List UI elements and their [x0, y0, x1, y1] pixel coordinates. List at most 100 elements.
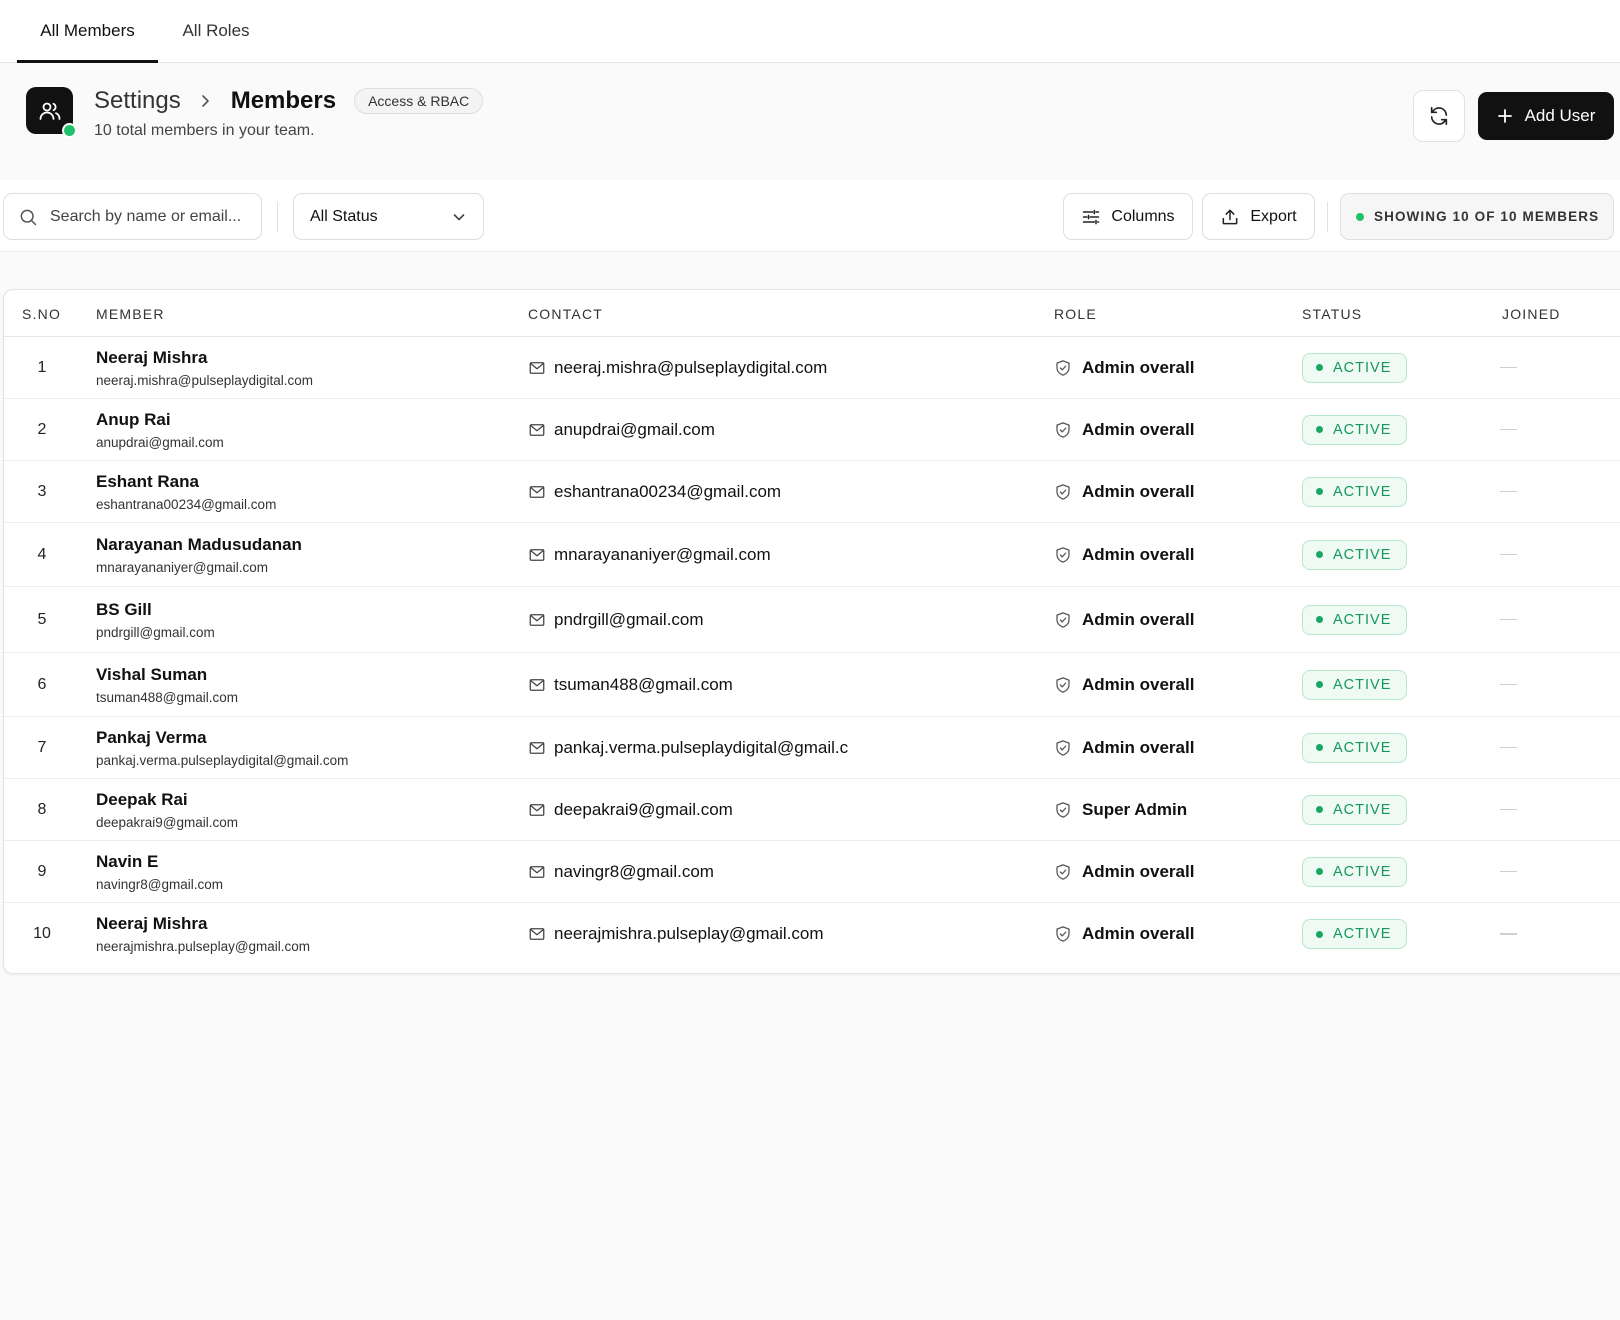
role-label: Admin overall	[1082, 674, 1195, 694]
status-text: ACTIVE	[1333, 739, 1392, 756]
contact-email[interactable]: eshantrana00234@gmail.com	[554, 482, 781, 502]
table-row[interactable]: 9 Navin E navingr8@gmail.com navingr8@gm…	[4, 841, 1620, 903]
contact-email[interactable]: anupdrai@gmail.com	[554, 420, 715, 440]
users-icon	[26, 87, 77, 138]
status-cell: ACTIVE	[1302, 717, 1408, 778]
member-name: Deepak Rai	[96, 789, 188, 809]
member-email: tsuman488@gmail.com	[96, 689, 239, 705]
upload-icon	[1222, 209, 1238, 224]
member-name: Eshant Rana	[96, 471, 199, 491]
status-text: ACTIVE	[1333, 676, 1392, 693]
empty-value-dash	[1500, 490, 1517, 493]
contact-email[interactable]: pndrgill@gmail.com	[554, 610, 704, 630]
role-label: Admin overall	[1082, 924, 1195, 943]
joined-cell	[1500, 653, 1517, 716]
status-badge: ACTIVE	[1302, 352, 1408, 383]
role-label: Admin overall	[1082, 357, 1195, 377]
member-cell: Narayanan Madusudanan mnarayananiyer@gma…	[96, 523, 302, 586]
status-badge: ACTIVE	[1302, 856, 1408, 887]
member-cell: Eshant Rana eshantrana00234@gmail.com	[96, 461, 276, 522]
member-name: Neeraj Mishra	[96, 914, 208, 933]
search-input[interactable]	[50, 207, 250, 226]
shield-check-icon	[1056, 863, 1070, 880]
row-sno: 5	[37, 610, 47, 628]
joined-cell	[1500, 717, 1517, 778]
mail-icon	[529, 423, 545, 436]
table-row[interactable]: 4 Narayanan Madusudanan mnarayananiyer@g…	[4, 523, 1620, 587]
table-row[interactable]: 2 Anup Rai anupdrai@gmail.com anupdrai@g…	[4, 399, 1620, 461]
column-header-status: STATUS	[1302, 305, 1363, 322]
member-cell: BS Gill pndrgill@gmail.com	[96, 587, 215, 652]
mail-icon	[529, 865, 545, 878]
role-label: Admin overall	[1082, 737, 1195, 757]
contact-email[interactable]: neeraj.mishra@pulseplaydigital.com	[554, 358, 827, 378]
table-row[interactable]: 1 Neeraj Mishra neeraj.mishra@pulseplayd…	[4, 337, 1620, 399]
shield-check-icon	[1056, 739, 1070, 756]
export-button[interactable]: Export	[1202, 193, 1315, 240]
table-row[interactable]: 8 Deepak Rai deepakrai9@gmail.com deepak…	[4, 779, 1620, 841]
table-row[interactable]: 7 Pankaj Verma pankaj.verma.pulseplaydig…	[4, 717, 1620, 779]
status-badge: ACTIVE	[1302, 476, 1408, 507]
role-cell: Admin overall	[1054, 461, 1194, 522]
status-filter-select[interactable]: All Status	[293, 193, 484, 240]
contact-email[interactable]: deepakrai9@gmail.com	[554, 800, 733, 820]
status-text: ACTIVE	[1333, 611, 1392, 628]
empty-value-dash	[1500, 808, 1517, 811]
table-row[interactable]: 10 Neeraj Mishra neerajmishra.pulseplay@…	[4, 903, 1620, 965]
empty-value-dash	[1500, 366, 1517, 369]
add-user-button[interactable]: Add User	[1478, 92, 1614, 140]
chevron-down-icon	[453, 213, 465, 220]
refresh-button[interactable]	[1413, 90, 1465, 142]
mail-icon	[529, 548, 545, 561]
member-email: pndrgill@gmail.com	[96, 624, 215, 640]
mail-icon	[529, 803, 545, 816]
breadcrumb-settings[interactable]: Settings	[94, 87, 181, 115]
contact-cell: eshantrana00234@gmail.com	[528, 461, 848, 522]
contact-cell: pndrgill@gmail.com	[528, 587, 848, 652]
member-cell: Deepak Rai deepakrai9@gmail.com	[96, 779, 238, 840]
member-email: eshantrana00234@gmail.com	[96, 496, 277, 512]
contact-email[interactable]: tsuman488@gmail.com	[554, 675, 733, 695]
row-sno: 7	[37, 738, 47, 756]
role-label: Admin overall	[1082, 861, 1195, 881]
table-row[interactable]: 5 BS Gill pndrgill@gmail.com pndrgill@gm…	[4, 587, 1620, 653]
plus-icon	[1497, 109, 1512, 123]
contact-email[interactable]: pankaj.verma.pulseplaydigital@gmail.com	[554, 738, 848, 758]
member-name: Navin E	[96, 851, 159, 871]
member-name: Pankaj Verma	[96, 727, 207, 747]
online-status-dot	[62, 123, 77, 138]
tab-all-members[interactable]: All Members	[17, 0, 158, 63]
member-email: neeraj.mishra@pulseplaydigital.com	[96, 372, 314, 388]
contact-email[interactable]: navingr8@gmail.com	[554, 862, 714, 882]
status-cell: ACTIVE	[1302, 461, 1408, 522]
member-cell: Navin E navingr8@gmail.com	[96, 841, 223, 902]
role-cell: Admin overall	[1054, 399, 1194, 460]
role-label: Admin overall	[1082, 609, 1195, 629]
tab-all-roles[interactable]: All Roles	[160, 0, 272, 62]
columns-button[interactable]: Columns	[1063, 193, 1193, 240]
mail-icon	[529, 928, 545, 940]
toolbar-divider	[277, 202, 278, 232]
search-box[interactable]	[3, 193, 262, 240]
row-sno: 8	[37, 800, 47, 818]
status-dot	[1316, 364, 1323, 371]
member-cell: Vishal Suman tsuman488@gmail.com	[96, 653, 238, 716]
page-subtitle: 10 total members in your team.	[94, 122, 315, 139]
status-text: ACTIVE	[1333, 421, 1392, 438]
column-header-role: ROLE	[1054, 305, 1097, 322]
contact-email[interactable]: neerajmishra.pulseplay@gmail.com	[554, 924, 824, 944]
row-sno: 9	[37, 862, 47, 880]
status-dot	[1316, 426, 1323, 433]
shield-check-icon	[1056, 483, 1070, 500]
role-label: Super Admin	[1082, 799, 1188, 819]
table-row[interactable]: 6 Vishal Suman tsuman488@gmail.com tsuma…	[4, 653, 1620, 717]
members-table: S.NO MEMBER CONTACT ROLE STATUS JOINED 1…	[3, 289, 1620, 974]
contact-email[interactable]: mnarayananiyer@gmail.com	[554, 545, 771, 565]
empty-value-dash	[1500, 933, 1517, 935]
contact-cell: tsuman488@gmail.com	[528, 653, 848, 716]
table-row[interactable]: 3 Eshant Rana eshantrana00234@gmail.com …	[4, 461, 1620, 523]
empty-value-dash	[1500, 618, 1517, 621]
status-cell: ACTIVE	[1302, 337, 1408, 398]
joined-cell	[1500, 841, 1517, 902]
status-dot	[1316, 488, 1323, 495]
